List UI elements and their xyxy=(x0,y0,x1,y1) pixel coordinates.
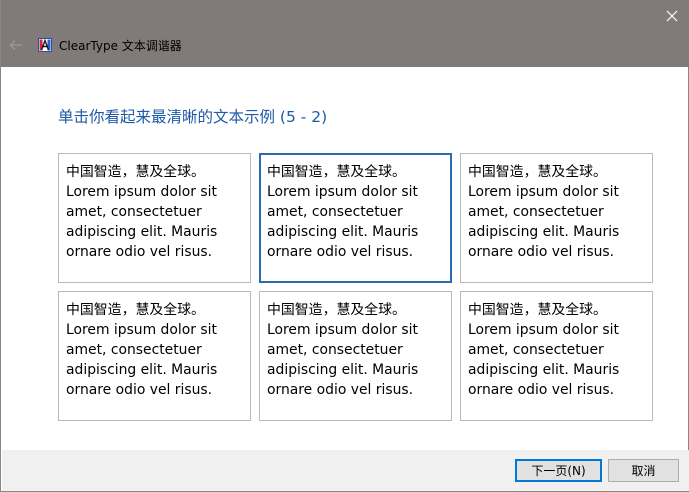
sample-text-line: adipiscing elit. Mauris xyxy=(66,224,218,240)
cleartype-tuner-window: ClearType 文本调谐器 单击你看起来最清晰的文本示例 (5 - 2) 中… xyxy=(0,0,689,492)
sample-text-line: 中国智造，慧及全球。 xyxy=(267,302,406,318)
back-button[interactable] xyxy=(9,38,23,52)
next-page-button[interactable]: 下一页(N) xyxy=(515,459,602,482)
sample-text-line: ornare odio vel risus. xyxy=(66,382,213,398)
sample-text-line: Lorem ipsum dolor sit xyxy=(267,184,418,200)
sample-text-line: ornare odio vel risus. xyxy=(468,382,615,398)
text-sample-6[interactable]: 中国智造，慧及全球。 Lorem ipsum dolor sit amet, con… xyxy=(460,291,653,421)
page-heading: 单击你看起来最清晰的文本示例 (5 - 2) xyxy=(58,108,328,126)
sample-text-line: adipiscing elit. Mauris xyxy=(267,224,419,240)
sample-text-line: amet, consectetuer xyxy=(66,204,202,220)
sample-text-line: amet, consectetuer xyxy=(66,342,202,358)
sample-text-line: 中国智造，慧及全球。 xyxy=(468,302,607,318)
sample-text-line: adipiscing elit. Mauris xyxy=(468,224,620,240)
text-sample-3[interactable]: 中国智造，慧及全球。 Lorem ipsum dolor sit amet, con… xyxy=(460,153,653,283)
cancel-button[interactable]: 取消 xyxy=(608,459,679,482)
sample-text-line: Lorem ipsum dolor sit xyxy=(66,184,217,200)
sample-text-line: Lorem ipsum dolor sit xyxy=(468,322,619,338)
sample-text-line: amet, consectetuer xyxy=(468,204,604,220)
sample-text-line: amet, consectetuer xyxy=(468,342,604,358)
sample-text-line: amet, consectetuer xyxy=(267,342,403,358)
sample-text-line: 中国智造，慧及全球。 xyxy=(66,302,205,318)
text-sample-1[interactable]: 中国智造，慧及全球。 Lorem ipsum dolor sit amet, con… xyxy=(58,153,251,283)
sample-text-line: amet, consectetuer xyxy=(267,204,403,220)
window-title: ClearType 文本调谐器 xyxy=(59,39,182,53)
title-bar: ClearType 文本调谐器 xyxy=(1,0,689,67)
cleartype-app-icon xyxy=(38,38,52,52)
sample-text-line: ornare odio vel risus. xyxy=(468,244,615,260)
back-arrow-icon xyxy=(9,40,22,50)
close-icon xyxy=(666,10,678,22)
close-button[interactable] xyxy=(660,4,684,28)
sample-text-line: 中国智造，慧及全球。 xyxy=(66,164,205,180)
sample-text-line: adipiscing elit. Mauris xyxy=(66,362,218,378)
sample-text-line: Lorem ipsum dolor sit xyxy=(66,322,217,338)
text-sample-2[interactable]: 中国智造，慧及全球。 Lorem ipsum dolor sit amet, con… xyxy=(259,153,452,283)
text-sample-4[interactable]: 中国智造，慧及全球。 Lorem ipsum dolor sit amet, con… xyxy=(58,291,251,421)
sample-text-line: adipiscing elit. Mauris xyxy=(468,362,620,378)
sample-text-line: Lorem ipsum dolor sit xyxy=(468,184,619,200)
sample-text-line: adipiscing elit. Mauris xyxy=(267,362,419,378)
text-sample-5[interactable]: 中国智造，慧及全球。 Lorem ipsum dolor sit amet, con… xyxy=(259,291,452,421)
sample-text-line: 中国智造，慧及全球。 xyxy=(267,164,406,180)
sample-text-line: Lorem ipsum dolor sit xyxy=(267,322,418,338)
sample-text-line: ornare odio vel risus. xyxy=(66,244,213,260)
sample-text-line: ornare odio vel risus. xyxy=(267,244,414,260)
sample-text-line: ornare odio vel risus. xyxy=(267,382,414,398)
sample-text-line: 中国智造，慧及全球。 xyxy=(468,164,607,180)
